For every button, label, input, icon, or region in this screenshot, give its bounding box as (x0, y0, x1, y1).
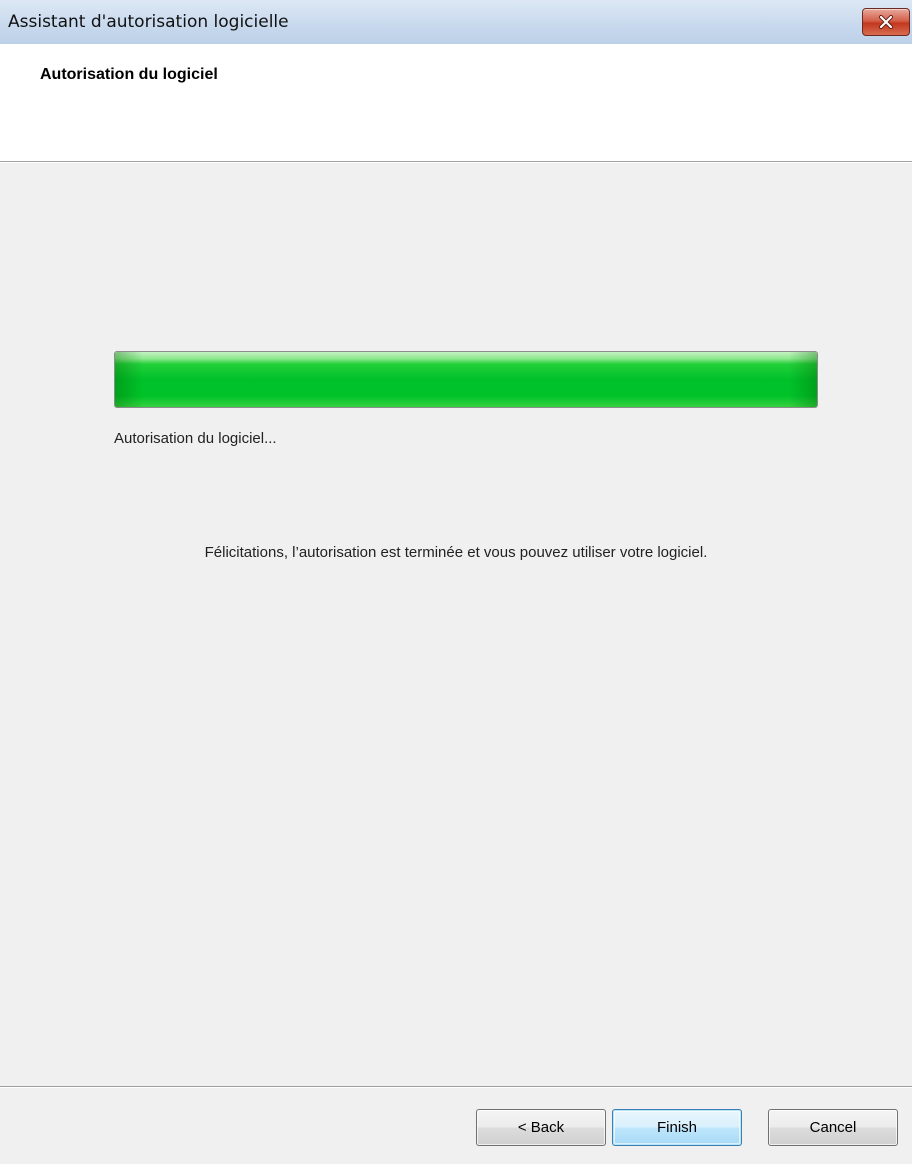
page-title: Autorisation du logiciel (40, 66, 218, 83)
progress-bar (114, 351, 818, 408)
finish-button[interactable]: Finish (612, 1109, 742, 1146)
progress-bar-fill (115, 352, 817, 407)
completion-message: Félicitations, l’autorisation est termin… (204, 544, 708, 561)
header-divider (0, 161, 912, 163)
cancel-button[interactable]: Cancel (768, 1109, 898, 1146)
close-icon (879, 15, 893, 29)
back-button[interactable]: < Back (476, 1109, 606, 1146)
wizard-window: Assistant d'autorisation logicielle Auto… (0, 0, 912, 1164)
footer-divider (0, 1086, 912, 1088)
header-panel: Autorisation du logiciel (0, 44, 912, 161)
title-bar[interactable]: Assistant d'autorisation logicielle (0, 0, 912, 44)
close-button[interactable] (862, 8, 910, 36)
status-text: Autorisation du logiciel... (114, 430, 277, 447)
window-title: Assistant d'autorisation logicielle (8, 12, 289, 32)
